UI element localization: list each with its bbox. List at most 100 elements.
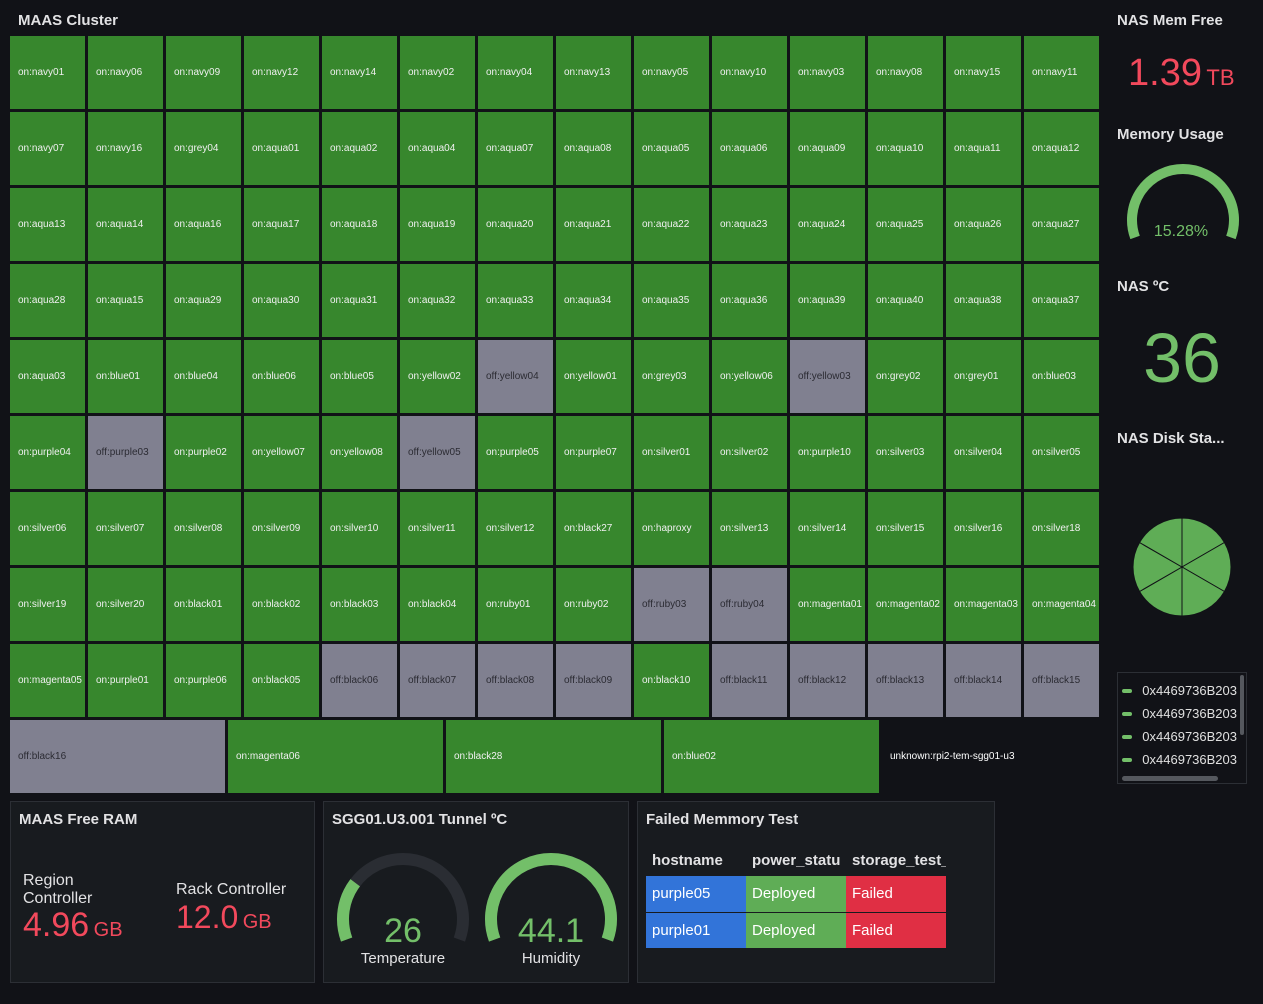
node-tile[interactable]: on:silver14 [790, 492, 865, 565]
node-tile[interactable]: off:ruby03 [634, 568, 709, 641]
column-header-storage-test[interactable]: storage_test_s [846, 844, 946, 876]
node-tile[interactable]: off:black07 [400, 644, 475, 717]
node-tile[interactable]: on:blue05 [322, 340, 397, 413]
node-tile[interactable]: on:aqua32 [400, 264, 475, 337]
node-tile[interactable]: on:silver11 [400, 492, 475, 565]
node-tile[interactable]: on:blue06 [244, 340, 319, 413]
node-tile[interactable]: on:navy02 [400, 36, 475, 109]
node-tile[interactable]: on:aqua01 [244, 112, 319, 185]
node-tile[interactable]: off:black06 [322, 644, 397, 717]
node-tile[interactable]: off:yellow05 [400, 416, 475, 489]
node-tile[interactable]: on:aqua17 [244, 188, 319, 261]
node-tile[interactable]: on:aqua30 [244, 264, 319, 337]
node-tile[interactable]: on:aqua25 [868, 188, 943, 261]
node-tile[interactable]: on:aqua37 [1024, 264, 1099, 337]
node-tile[interactable]: on:yellow08 [322, 416, 397, 489]
node-tile[interactable]: on:aqua14 [88, 188, 163, 261]
node-tile[interactable]: on:silver16 [946, 492, 1021, 565]
node-tile[interactable]: off:black08 [478, 644, 553, 717]
node-tile[interactable]: on:navy16 [88, 112, 163, 185]
node-tile[interactable]: on:blue04 [166, 340, 241, 413]
node-tile[interactable]: on:silver18 [1024, 492, 1099, 565]
node-tile[interactable]: on:aqua31 [322, 264, 397, 337]
node-tile[interactable]: on:silver19 [10, 568, 85, 641]
node-tile[interactable]: off:black14 [946, 644, 1021, 717]
node-tile[interactable]: on:grey01 [946, 340, 1021, 413]
node-tile[interactable]: on:navy03 [790, 36, 865, 109]
node-tile[interactable]: on:aqua40 [868, 264, 943, 337]
node-tile[interactable]: on:aqua33 [478, 264, 553, 337]
node-tile[interactable]: on:aqua11 [946, 112, 1021, 185]
legend-item[interactable]: 0x4469736B203 [1122, 725, 1237, 748]
node-tile[interactable]: on:magenta02 [868, 568, 943, 641]
node-tile[interactable]: on:silver07 [88, 492, 163, 565]
node-tile[interactable]: off:black16 [10, 720, 225, 793]
node-tile[interactable]: on:purple02 [166, 416, 241, 489]
node-tile[interactable]: on:silver09 [244, 492, 319, 565]
node-tile[interactable]: off:black15 [1024, 644, 1099, 717]
node-tile[interactable]: off:black12 [790, 644, 865, 717]
node-tile[interactable]: on:silver03 [868, 416, 943, 489]
node-tile[interactable]: on:aqua16 [166, 188, 241, 261]
node-tile[interactable]: on:aqua27 [1024, 188, 1099, 261]
node-tile[interactable]: on:aqua24 [790, 188, 865, 261]
legend-item[interactable]: 0x4469736B203 [1122, 679, 1237, 702]
node-tile[interactable]: on:aqua28 [10, 264, 85, 337]
node-tile[interactable]: on:black03 [322, 568, 397, 641]
legend-scrollbar-horizontal[interactable] [1122, 776, 1218, 781]
node-tile[interactable]: on:aqua34 [556, 264, 631, 337]
node-tile[interactable]: on:navy01 [10, 36, 85, 109]
node-tile[interactable]: on:navy08 [868, 36, 943, 109]
node-tile[interactable]: on:aqua06 [712, 112, 787, 185]
node-tile[interactable]: off:yellow04 [478, 340, 553, 413]
node-tile[interactable]: on:grey04 [166, 112, 241, 185]
node-tile[interactable]: on:aqua02 [322, 112, 397, 185]
node-tile[interactable]: on:grey02 [868, 340, 943, 413]
node-tile[interactable]: on:black01 [166, 568, 241, 641]
node-tile[interactable]: on:purple05 [478, 416, 553, 489]
node-tile[interactable]: on:silver08 [166, 492, 241, 565]
column-header-hostname[interactable]: hostname [646, 844, 746, 876]
node-tile[interactable]: on:aqua39 [790, 264, 865, 337]
node-tile[interactable]: on:navy14 [322, 36, 397, 109]
node-tile[interactable]: on:silver10 [322, 492, 397, 565]
node-tile[interactable]: on:purple01 [88, 644, 163, 717]
node-tile[interactable]: on:black04 [400, 568, 475, 641]
node-tile[interactable]: on:blue01 [88, 340, 163, 413]
node-tile[interactable]: on:aqua20 [478, 188, 553, 261]
node-tile[interactable]: on:black10 [634, 644, 709, 717]
node-tile[interactable]: on:navy06 [88, 36, 163, 109]
node-tile[interactable]: on:aqua29 [166, 264, 241, 337]
node-tile[interactable]: on:aqua36 [712, 264, 787, 337]
node-tile[interactable]: on:aqua07 [478, 112, 553, 185]
node-tile[interactable]: on:silver02 [712, 416, 787, 489]
node-tile[interactable]: on:aqua22 [634, 188, 709, 261]
node-tile[interactable]: on:magenta04 [1024, 568, 1099, 641]
node-tile[interactable]: on:aqua10 [868, 112, 943, 185]
node-tile[interactable]: on:ruby01 [478, 568, 553, 641]
node-tile[interactable]: on:silver12 [478, 492, 553, 565]
node-tile[interactable]: on:purple10 [790, 416, 865, 489]
node-tile[interactable]: on:black28 [446, 720, 661, 793]
node-tile[interactable]: on:navy09 [166, 36, 241, 109]
node-tile[interactable]: on:navy05 [634, 36, 709, 109]
node-tile[interactable]: off:yellow03 [790, 340, 865, 413]
node-tile[interactable]: off:black09 [556, 644, 631, 717]
node-tile[interactable]: on:magenta01 [790, 568, 865, 641]
node-tile[interactable]: on:ruby02 [556, 568, 631, 641]
node-tile[interactable]: on:silver01 [634, 416, 709, 489]
node-tile[interactable]: on:yellow06 [712, 340, 787, 413]
node-tile[interactable]: on:aqua19 [400, 188, 475, 261]
node-tile[interactable]: on:aqua09 [790, 112, 865, 185]
legend-item[interactable]: 0x4469736B203 [1122, 702, 1237, 725]
node-tile[interactable]: on:navy15 [946, 36, 1021, 109]
node-tile[interactable]: on:aqua03 [10, 340, 85, 413]
node-tile[interactable]: on:purple04 [10, 416, 85, 489]
node-tile[interactable]: off:black13 [868, 644, 943, 717]
node-tile[interactable]: off:black11 [712, 644, 787, 717]
node-tile[interactable]: off:purple03 [88, 416, 163, 489]
node-tile[interactable]: on:yellow01 [556, 340, 631, 413]
node-tile[interactable]: on:navy10 [712, 36, 787, 109]
node-tile[interactable]: on:blue03 [1024, 340, 1099, 413]
node-tile[interactable]: on:aqua12 [1024, 112, 1099, 185]
